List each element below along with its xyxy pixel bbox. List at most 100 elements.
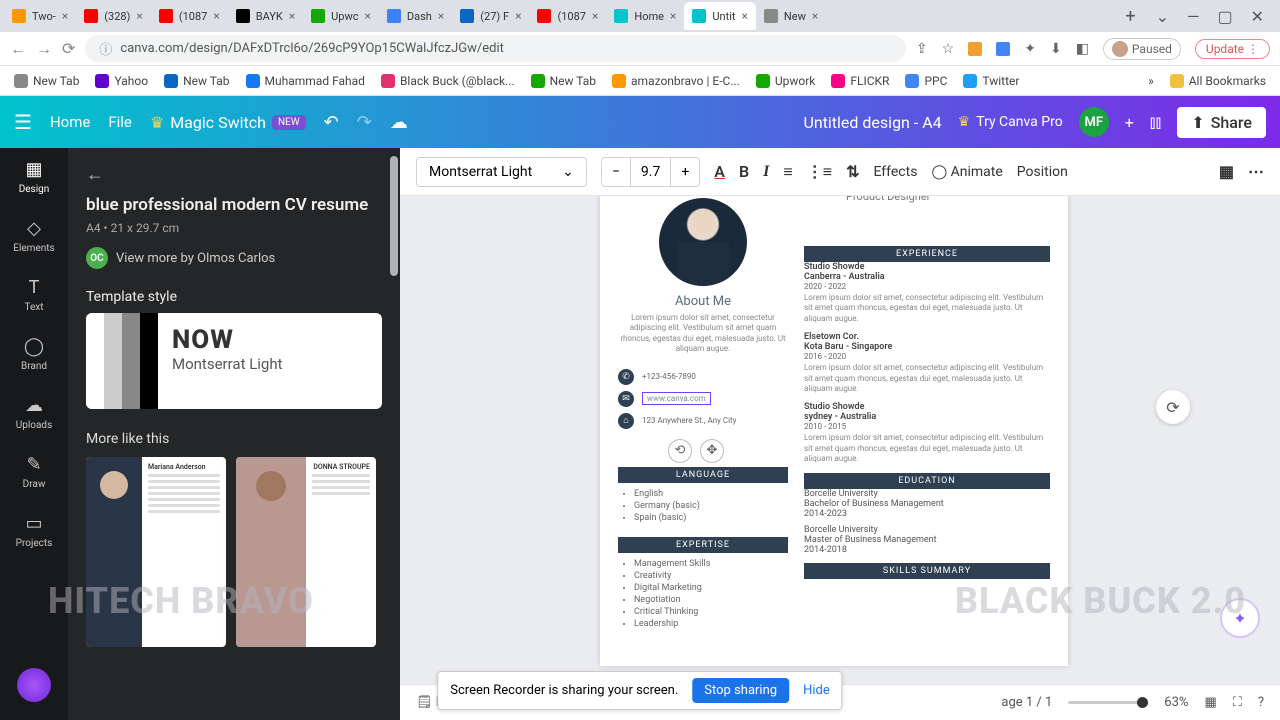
selected-text[interactable]: www.canva.com — [642, 392, 711, 405]
zoom-slider[interactable] — [1068, 701, 1148, 704]
education-item[interactable]: Borcelle UniversityBachelor of Business … — [804, 489, 1050, 519]
list-item[interactable]: English — [634, 489, 788, 499]
ai-assistant-fab[interactable]: ✦ — [1220, 598, 1260, 638]
browser-tab[interactable]: (27) F× — [452, 2, 529, 30]
expertise-heading[interactable]: EXPERTISE — [618, 537, 788, 553]
rail-uploads[interactable]: ☁Uploads — [16, 394, 52, 431]
bookmark-item[interactable]: PPC — [905, 74, 947, 88]
move-handle-icon[interactable]: ✥ — [700, 439, 724, 463]
font-selector[interactable]: Montserrat Light⌄ — [416, 157, 587, 187]
page-indicator[interactable]: age 1 / 1 — [1001, 695, 1052, 710]
animate-button[interactable]: ◯ Animate — [931, 164, 1002, 180]
analytics-icon[interactable]: ⫾⫾ — [1150, 112, 1162, 133]
language-heading[interactable]: LANGUAGE — [618, 467, 788, 483]
bookmark-item[interactable]: New Tab — [14, 74, 79, 88]
magic-switch-button[interactable]: ♛ Magic Switch NEW — [150, 113, 306, 132]
ext-icon[interactable] — [968, 42, 982, 56]
list-item[interactable]: Digital Marketing — [634, 583, 788, 593]
contact-phone[interactable]: ✆+123-456-7890 — [618, 369, 788, 385]
scrollbar[interactable] — [390, 156, 398, 276]
align-button[interactable]: ≡ — [783, 162, 792, 182]
experience-item[interactable]: Studio ShowdeCanberra - Australia2020 - … — [804, 262, 1050, 324]
experience-heading[interactable]: EXPERIENCE — [804, 246, 1050, 262]
bookmark-item[interactable]: Yahoo — [95, 74, 148, 88]
update-button[interactable]: Update ⋮ — [1195, 39, 1270, 59]
sidepanel-icon[interactable]: ◧ — [1076, 41, 1089, 57]
browser-tab[interactable]: (1087× — [151, 2, 228, 30]
rail-projects[interactable]: ▭Projects — [16, 512, 53, 549]
template-thumb[interactable]: DONNA STROUPE — [236, 457, 376, 647]
browser-tab[interactable]: Upwc× — [303, 2, 379, 30]
profile-photo[interactable] — [659, 198, 747, 286]
bookmark-item[interactable]: Muhammad Fahad — [246, 74, 365, 88]
add-member-icon[interactable]: + — [1125, 113, 1134, 132]
redo-icon[interactable]: ↷ — [357, 112, 372, 133]
list-item[interactable]: Leadership — [634, 619, 788, 629]
avatar[interactable]: MF — [1079, 107, 1109, 137]
help-icon[interactable]: ? — [1258, 695, 1264, 710]
document-title[interactable]: Untitled design - A4 — [803, 113, 941, 132]
position-button[interactable]: Position — [1017, 164, 1068, 180]
bookmark-item[interactable]: FLICKR — [831, 74, 889, 88]
more-icon[interactable]: ⋯ — [1248, 162, 1264, 181]
browser-tab[interactable]: Untit× — [684, 2, 756, 30]
decrease-size-button[interactable]: − — [602, 158, 630, 186]
list-item[interactable]: Creativity — [634, 571, 788, 581]
list-item[interactable]: Management Skills — [634, 559, 788, 569]
transparency-icon[interactable]: ▦ — [1219, 162, 1234, 181]
share-button[interactable]: ⬆Share — [1177, 107, 1266, 138]
site-info-icon[interactable]: ⓘ — [99, 39, 112, 58]
minimize-icon[interactable]: — — [1187, 7, 1200, 26]
bookmark-item[interactable]: New Tab — [531, 74, 596, 88]
list-item[interactable]: Negotiation — [634, 595, 788, 605]
profile-chip[interactable]: Paused — [1103, 38, 1181, 60]
spacing-button[interactable]: ⇅ — [846, 162, 859, 181]
grid-view-icon[interactable]: ▦ — [1204, 695, 1216, 710]
chevron-down-icon[interactable]: ⌄ — [1156, 7, 1169, 26]
rail-elements[interactable]: ◇Elements — [13, 217, 54, 254]
forward-icon[interactable]: → — [36, 39, 52, 59]
education-item[interactable]: Borcelle UniversityMaster of Business Ma… — [804, 525, 1050, 555]
star-icon[interactable]: ☆ — [942, 41, 955, 57]
ext-icon[interactable] — [996, 42, 1010, 56]
browser-tab[interactable]: Two-× — [4, 2, 76, 30]
skills-heading[interactable]: SKILLS SUMMARY — [804, 563, 1050, 579]
template-thumb[interactable]: Mariana Anderson — [86, 457, 226, 647]
bold-button[interactable]: B — [739, 162, 749, 181]
panel-back-icon[interactable]: ← — [86, 164, 104, 185]
template-author[interactable]: OCView more by Olmos Carlos — [86, 247, 382, 269]
bookmark-item[interactable]: Upwork — [756, 74, 816, 88]
browser-tab[interactable]: Dash× — [379, 2, 452, 30]
stop-sharing-button[interactable]: Stop sharing — [692, 678, 789, 703]
menu-icon[interactable]: ☰ — [14, 110, 32, 134]
page[interactable]: Product Designer About Me Lorem ipsum do… — [600, 196, 1068, 666]
url-field[interactable]: ⓘ canva.com/design/DAFxDTrcl6o/269cP9YOp… — [85, 35, 906, 62]
browser-tab[interactable]: BAYK× — [228, 2, 303, 30]
zoom-value[interactable]: 63% — [1164, 695, 1188, 710]
share-page-icon[interactable]: ⇪ — [916, 41, 928, 57]
download-icon[interactable]: ⬇ — [1050, 41, 1062, 57]
regenerate-button[interactable]: ⟳ — [1156, 390, 1190, 424]
close-window-icon[interactable]: ✕ — [1251, 7, 1264, 26]
list-button[interactable]: ⋮≡ — [807, 162, 832, 182]
reload-icon[interactable]: ⟳ — [62, 39, 75, 58]
list-item[interactable]: Spain (basic) — [634, 513, 788, 523]
education-heading[interactable]: EDUCATION — [804, 473, 1050, 489]
bookmark-item[interactable]: New Tab — [164, 74, 229, 88]
home-link[interactable]: Home — [50, 113, 90, 131]
about-text[interactable]: Lorem ipsum dolor sit amet, consectetur … — [618, 313, 788, 355]
experience-item[interactable]: Elsetown Cor.Kota Baru - Singapore2016 -… — [804, 332, 1050, 394]
rail-draw[interactable]: ✎Draw — [23, 453, 46, 490]
extensions-icon[interactable]: ✦ — [1024, 41, 1036, 57]
list-item[interactable]: Germany (basic) — [634, 501, 788, 511]
font-size-value[interactable]: 9.7 — [630, 158, 671, 186]
italic-button[interactable]: I — [763, 163, 769, 181]
new-tab-button[interactable]: + — [1117, 6, 1143, 27]
bookmark-item[interactable]: Twitter — [963, 74, 1019, 88]
role-text[interactable]: Product Designer — [846, 196, 930, 203]
rotate-handle-icon[interactable]: ⟲ — [668, 439, 692, 463]
try-pro-button[interactable]: ♛Try Canva Pro — [958, 114, 1063, 130]
text-color-button[interactable]: A — [714, 162, 725, 181]
about-heading[interactable]: About Me — [618, 294, 788, 309]
maximize-icon[interactable]: ▢ — [1217, 7, 1232, 26]
